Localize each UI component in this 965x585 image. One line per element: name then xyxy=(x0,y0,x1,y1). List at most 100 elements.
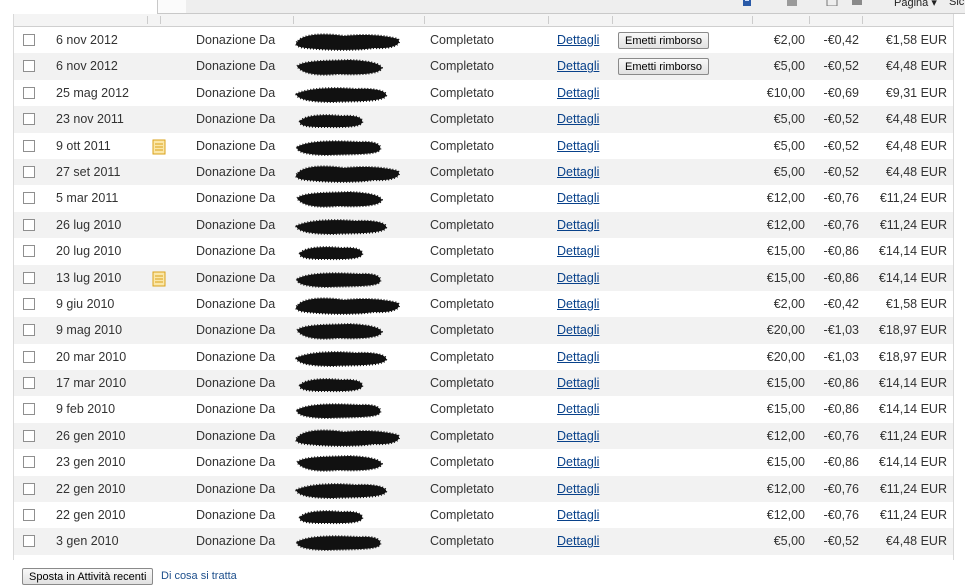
redacted-name xyxy=(298,510,364,525)
row-checkbox[interactable] xyxy=(23,34,35,46)
gross-amount: €2,00 xyxy=(773,296,805,311)
transaction-date: 25 mag 2012 xyxy=(56,85,129,100)
net-amount: €14,14 EUR xyxy=(878,402,947,417)
note-icon[interactable] xyxy=(152,271,166,287)
transaction-type: Donazione Da xyxy=(196,402,276,417)
mail-icon[interactable] xyxy=(826,0,838,6)
row-checkbox[interactable] xyxy=(23,297,35,310)
transaction-type: Donazione Da xyxy=(196,428,276,443)
row-checkbox[interactable] xyxy=(23,403,35,416)
gross-amount: €5,00 xyxy=(773,534,805,549)
details-link[interactable]: Dettagli xyxy=(557,185,599,211)
details-link[interactable]: Dettagli xyxy=(557,476,599,502)
browser-tab-stub[interactable] xyxy=(157,0,187,14)
details-link[interactable]: Dettagli xyxy=(557,291,599,317)
transaction-date: 9 mag 2010 xyxy=(56,323,123,338)
details-link[interactable]: Dettagli xyxy=(557,80,599,106)
transaction-type: Donazione Da xyxy=(196,455,276,470)
row-checkbox[interactable] xyxy=(23,86,35,99)
transaction-date: 23 nov 2011 xyxy=(56,112,124,127)
row-checkbox[interactable] xyxy=(23,192,35,205)
print-icon[interactable] xyxy=(851,0,863,6)
details-link[interactable]: Dettagli xyxy=(557,133,599,159)
fee-amount: -€0,52 xyxy=(823,112,859,127)
row-checkbox[interactable] xyxy=(23,535,35,548)
home-icon[interactable] xyxy=(741,0,753,6)
gross-amount: €12,00 xyxy=(766,508,805,523)
row-checkbox[interactable] xyxy=(23,456,35,469)
fee-amount: -€1,03 xyxy=(823,323,859,338)
row-checkbox[interactable] xyxy=(23,377,35,390)
fee-amount: -€0,42 xyxy=(823,296,859,311)
table-row: 22 gen 2010 Donazione Da Completato Dettagl… xyxy=(14,475,953,503)
gross-amount: €12,00 xyxy=(766,191,805,206)
move-to-recent-activity-button[interactable]: Sposta in Attività recenti xyxy=(22,568,154,585)
details-link[interactable]: Dettagli xyxy=(557,53,599,79)
transaction-type: Donazione Da xyxy=(196,323,276,338)
net-amount: €18,97 EUR xyxy=(878,323,947,338)
note-icon[interactable] xyxy=(152,139,166,155)
what-is-this-link[interactable]: Di cosa si tratta xyxy=(161,570,237,582)
issue-refund-button[interactable]: Emetti rimborso xyxy=(618,32,710,49)
details-link[interactable]: Dettagli xyxy=(557,159,599,185)
row-checkbox[interactable] xyxy=(23,139,35,152)
transaction-status: Completato xyxy=(430,138,494,153)
row-checkbox[interactable] xyxy=(23,113,35,126)
page-menu[interactable]: Pagina ▾ xyxy=(894,0,937,9)
gross-amount: €5,00 xyxy=(773,112,805,127)
gross-amount: €20,00 xyxy=(766,323,805,338)
fee-amount: -€0,52 xyxy=(823,164,859,179)
gross-amount: €15,00 xyxy=(766,402,805,417)
transaction-type: Donazione Da xyxy=(196,164,276,179)
fee-amount: -€0,52 xyxy=(823,138,859,153)
redacted-name xyxy=(294,86,388,103)
safety-menu[interactable]: Sic xyxy=(949,0,964,8)
row-checkbox[interactable] xyxy=(23,324,35,337)
browser-toolbar: Pagina ▾ Sic xyxy=(0,0,965,14)
details-link[interactable]: Dettagli xyxy=(557,265,599,291)
transaction-type: Donazione Da xyxy=(196,376,276,391)
row-checkbox[interactable] xyxy=(23,350,35,363)
fee-amount: -€0,76 xyxy=(823,508,859,523)
fee-amount: -€0,76 xyxy=(823,428,859,443)
net-amount: €1,58 EUR xyxy=(885,33,947,47)
fee-amount: -€0,52 xyxy=(823,534,859,549)
transaction-type: Donazione Da xyxy=(196,244,276,259)
feeds-icon[interactable] xyxy=(786,0,798,6)
details-link[interactable]: Dettagli xyxy=(557,502,599,528)
row-checkbox[interactable] xyxy=(23,429,35,442)
table-row: 5 mar 2011 Donazione Da Completato Dettagli… xyxy=(14,185,953,211)
fee-amount: -€0,76 xyxy=(823,217,859,232)
row-checkbox[interactable] xyxy=(23,218,35,231)
gross-amount: €12,00 xyxy=(766,481,805,496)
details-link[interactable]: Dettagli xyxy=(557,238,599,264)
details-link[interactable]: Dettagli xyxy=(557,396,599,422)
net-amount: €9,31 EUR xyxy=(885,85,947,100)
details-link[interactable]: Dettagli xyxy=(557,370,599,396)
transaction-date: 17 mar 2010 xyxy=(56,376,127,391)
details-link[interactable]: Dettagli xyxy=(557,528,599,554)
row-checkbox[interactable] xyxy=(23,271,35,284)
redacted-name xyxy=(295,297,400,315)
row-checkbox[interactable] xyxy=(23,165,35,178)
transaction-type: Donazione Da xyxy=(196,217,276,232)
column-separator xyxy=(752,16,753,24)
row-checkbox[interactable] xyxy=(23,60,35,73)
details-link[interactable]: Dettagli xyxy=(557,212,599,238)
column-separator xyxy=(862,16,863,24)
row-checkbox[interactable] xyxy=(23,482,35,495)
details-link[interactable]: Dettagli xyxy=(557,423,599,449)
details-link[interactable]: Dettagli xyxy=(557,449,599,475)
transaction-status: Completato xyxy=(430,244,494,259)
redacted-name xyxy=(298,246,364,261)
column-separator xyxy=(809,16,810,24)
gross-amount: €10,00 xyxy=(766,85,805,100)
issue-refund-button[interactable]: Emetti rimborso xyxy=(618,58,710,76)
details-link[interactable]: Dettagli xyxy=(557,344,599,370)
details-link[interactable]: Dettagli xyxy=(557,27,599,53)
details-link[interactable]: Dettagli xyxy=(557,106,599,132)
row-checkbox[interactable] xyxy=(23,509,35,522)
row-checkbox[interactable] xyxy=(23,245,35,258)
transaction-status: Completato xyxy=(430,217,494,232)
details-link[interactable]: Dettagli xyxy=(557,317,599,343)
